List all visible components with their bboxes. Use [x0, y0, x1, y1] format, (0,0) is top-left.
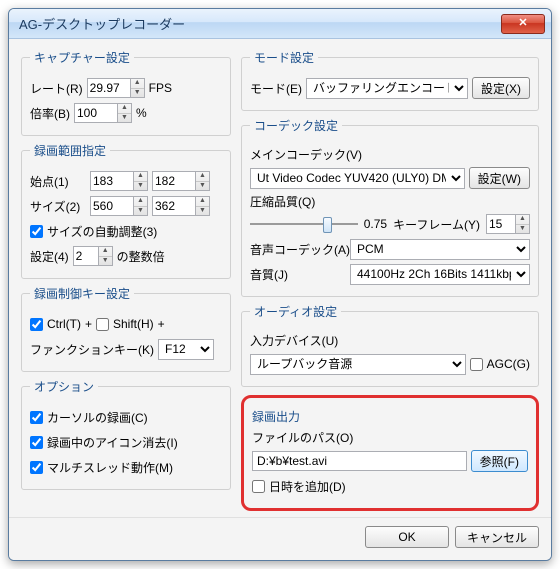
fn-label: ファンクションキー(K) — [30, 341, 154, 358]
multi-text: マルチスレッド動作(M) — [47, 459, 173, 476]
rate-label: レート(R) — [30, 80, 83, 97]
input-device-select[interactable]: ループバック音源 — [250, 354, 466, 375]
auto-size-text: サイズの自動調整(3) — [47, 223, 157, 240]
control-legend: 録画制御キー設定 — [30, 285, 134, 302]
start-x-spinner[interactable]: ▲▼ — [134, 171, 148, 191]
quality2-label: 音質(J) — [250, 266, 346, 283]
size-h-input[interactable] — [152, 196, 196, 216]
mode-settings-button[interactable]: 設定(X) — [472, 77, 530, 99]
quality-slider[interactable] — [250, 214, 358, 234]
date-text: 日時を追加(D) — [269, 478, 346, 495]
capture-legend: キャプチャー設定 — [30, 49, 134, 66]
cursor-checkbox[interactable] — [30, 411, 43, 424]
agc-checkbox[interactable] — [470, 358, 483, 371]
scale-label: 倍率(B) — [30, 105, 70, 122]
size-w-spinner[interactable]: ▲▼ — [134, 196, 148, 216]
quality-value: 0.75 — [364, 217, 387, 231]
mode-select[interactable]: バッファリングエンコード — [306, 78, 468, 99]
audio-codec-label: 音声コーデック(A) — [250, 241, 346, 258]
close-button[interactable]: ✕ — [501, 14, 545, 34]
audio-group: オーディオ設定 入力デバイス(U) ループバック音源 AGC(G) — [241, 303, 539, 387]
option-group: オプション カーソルの録画(C) 録画中のアイコン消去(I) — [21, 378, 231, 490]
rate-unit: FPS — [149, 81, 172, 95]
mode-label: モード(E) — [250, 80, 302, 97]
icon-checkbox[interactable] — [30, 436, 43, 449]
rate-spinner[interactable]: ▲▼ — [131, 78, 145, 98]
codec-group: コーデック設定 メインコーデック(V) Ut Video Codec YUV42… — [241, 117, 539, 297]
multi-checkbox-label[interactable]: マルチスレッド動作(M) — [30, 459, 173, 476]
mode-group: モード設定 モード(E) バッファリングエンコード 設定(X) — [241, 49, 539, 111]
range-legend: 録画範囲指定 — [30, 142, 110, 159]
control-key-group: 録画制御キー設定 Ctrl(T) + Shift(H) + ファンクションキー(… — [21, 285, 231, 372]
path-label: ファイルのパス(O) — [252, 429, 528, 446]
cursor-checkbox-label[interactable]: カーソルの録画(C) — [30, 409, 148, 426]
cursor-text: カーソルの録画(C) — [47, 409, 148, 426]
shift-checkbox[interactable] — [96, 318, 109, 331]
ctrl-text: Ctrl(T) — [47, 317, 81, 331]
setting-input[interactable] — [73, 246, 99, 266]
option-legend: オプション — [30, 378, 98, 395]
range-group: 録画範囲指定 始点(1) ▲▼ ▲▼ サイズ(2) ▲▼ ▲▼ サイズの自動調整… — [21, 142, 231, 279]
start-y-input[interactable] — [152, 171, 196, 191]
setting-suffix: の整数倍 — [117, 248, 165, 265]
date-checkbox[interactable] — [252, 480, 265, 493]
fn-select[interactable]: F12 — [158, 339, 214, 360]
main-codec-label: メインコーデック(V) — [250, 146, 530, 163]
auto-size-checkbox-label[interactable]: サイズの自動調整(3) — [30, 223, 157, 240]
keyframe-spinner[interactable]: ▲▼ — [516, 214, 530, 234]
icon-checkbox-label[interactable]: 録画中のアイコン消去(I) — [30, 434, 178, 451]
dialog-content: キャプチャー設定 レート(R) ▲▼ FPS 倍率(B) ▲▼ % — [9, 39, 551, 517]
setting-spinner[interactable]: ▲▼ — [99, 246, 113, 266]
size-label: サイズ(2) — [30, 198, 86, 215]
right-column: モード設定 モード(E) バッファリングエンコード 設定(X) コーデック設定 … — [241, 49, 539, 511]
icon-text: 録画中のアイコン消去(I) — [47, 434, 178, 451]
audio-legend: オーディオ設定 — [250, 303, 341, 320]
left-column: キャプチャー設定 レート(R) ▲▼ FPS 倍率(B) ▲▼ % — [21, 49, 231, 511]
scale-spinner[interactable]: ▲▼ — [118, 103, 132, 123]
path-input[interactable] — [252, 451, 467, 471]
main-codec-select[interactable]: Ut Video Codec YUV420 (ULY0) DMO x86 — [250, 168, 465, 189]
mode-legend: モード設定 — [250, 49, 318, 66]
browse-button[interactable]: 参照(F) — [471, 450, 528, 472]
setting-label: 設定(4) — [30, 248, 69, 265]
quality-label: 圧縮品質(Q) — [250, 193, 530, 210]
audio-codec-select[interactable]: PCM — [350, 239, 530, 260]
codec-legend: コーデック設定 — [250, 117, 342, 134]
ctrl-checkbox[interactable] — [30, 318, 43, 331]
ok-button[interactable]: OK — [365, 526, 449, 548]
date-checkbox-label[interactable]: 日時を追加(D) — [252, 478, 346, 495]
auto-size-checkbox[interactable] — [30, 225, 43, 238]
cancel-button[interactable]: キャンセル — [455, 526, 539, 548]
input-device-label: 入力デバイス(U) — [250, 332, 530, 349]
size-h-spinner[interactable]: ▲▼ — [196, 196, 210, 216]
dialog-window: AG-デスクトップレコーダー ✕ キャプチャー設定 レート(R) ▲▼ FPS … — [8, 8, 552, 561]
titlebar[interactable]: AG-デスクトップレコーダー ✕ — [9, 9, 551, 39]
shift-checkbox-label[interactable]: Shift(H) — [96, 317, 154, 331]
window-title: AG-デスクトップレコーダー — [15, 14, 501, 33]
capture-settings-group: キャプチャー設定 レート(R) ▲▼ FPS 倍率(B) ▲▼ % — [21, 49, 231, 136]
agc-text: AGC(G) — [487, 357, 530, 371]
output-highlight: 録画出力 ファイルのパス(O) 参照(F) 日時を追加(D) — [241, 395, 539, 511]
keyframe-label: キーフレーム(Y) — [393, 216, 480, 233]
output-legend: 録画出力 — [252, 408, 528, 425]
dialog-button-bar: OK キャンセル — [9, 517, 551, 560]
plus-2: + — [158, 317, 165, 331]
ctrl-checkbox-label[interactable]: Ctrl(T) — [30, 317, 81, 331]
scale-unit: % — [136, 106, 147, 120]
start-label: 始点(1) — [30, 173, 86, 190]
codec-settings-button[interactable]: 設定(W) — [469, 167, 530, 189]
rate-input[interactable] — [87, 78, 131, 98]
shift-text: Shift(H) — [113, 317, 154, 331]
size-w-input[interactable] — [90, 196, 134, 216]
multi-checkbox[interactable] — [30, 461, 43, 474]
plus-1: + — [85, 317, 92, 331]
start-x-input[interactable] — [90, 171, 134, 191]
agc-checkbox-label[interactable]: AGC(G) — [470, 357, 530, 371]
scale-input[interactable] — [74, 103, 118, 123]
quality2-select[interactable]: 44100Hz 2Ch 16Bits 1411kbps — [350, 264, 530, 285]
keyframe-input[interactable] — [486, 214, 516, 234]
start-y-spinner[interactable]: ▲▼ — [196, 171, 210, 191]
